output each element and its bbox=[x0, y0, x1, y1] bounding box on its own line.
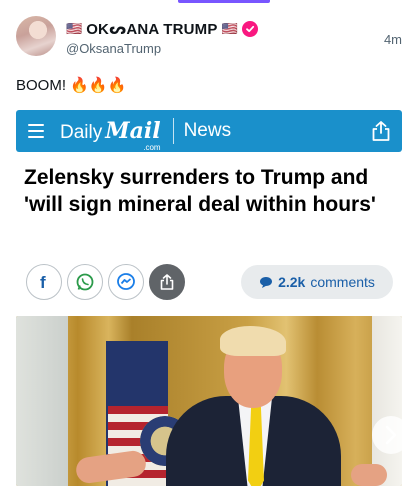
chevron-right-icon bbox=[385, 425, 397, 445]
brand-divider bbox=[172, 118, 174, 144]
article-photo[interactable] bbox=[16, 316, 402, 486]
share-icon[interactable] bbox=[370, 120, 392, 142]
next-image-button[interactable] bbox=[372, 416, 410, 454]
display-name[interactable]: OKᔕANA TRUMP bbox=[86, 20, 217, 38]
messenger-share-button[interactable] bbox=[108, 264, 144, 300]
brand-com: .com bbox=[143, 143, 161, 152]
messenger-icon bbox=[117, 273, 135, 290]
comments-count: 2.2k bbox=[278, 274, 306, 290]
flag-left: 🇺🇸 bbox=[66, 21, 83, 36]
comments-label: comments bbox=[310, 274, 375, 290]
whatsapp-icon bbox=[76, 273, 94, 291]
more-share-button[interactable] bbox=[149, 264, 185, 300]
avatar[interactable] bbox=[16, 16, 56, 56]
facebook-share-button[interactable]: f bbox=[26, 264, 62, 300]
verified-badge-icon bbox=[241, 21, 258, 37]
menu-icon[interactable] bbox=[28, 124, 44, 138]
share-icon bbox=[160, 274, 174, 290]
post-header: 🇺🇸 OKᔕANA TRUMP 🇺🇸 @OksanaTrump 4m bbox=[16, 16, 402, 64]
user-handle[interactable]: @OksanaTrump bbox=[66, 41, 161, 56]
post-timestamp: 4m bbox=[383, 32, 402, 47]
brand-daily: Daily bbox=[60, 122, 103, 143]
display-name-row[interactable]: 🇺🇸 OKᔕANA TRUMP 🇺🇸 bbox=[66, 20, 258, 38]
comment-bubble-icon bbox=[260, 276, 273, 288]
svg-text:f: f bbox=[40, 273, 46, 291]
facebook-icon: f bbox=[40, 273, 46, 291]
section-name[interactable]: News bbox=[184, 120, 232, 142]
share-buttons-row: f bbox=[26, 264, 185, 300]
flag-right: 🇺🇸 bbox=[221, 21, 238, 36]
article-headline[interactable]: Zelensky surrenders to Trump and 'will s… bbox=[24, 164, 396, 218]
active-tab-indicator bbox=[178, 0, 270, 3]
article-brand-bar[interactable]: Daily Mail .com News bbox=[16, 110, 402, 152]
brand-mail: Mail bbox=[105, 118, 161, 144]
comments-button[interactable]: 2.2k comments bbox=[241, 265, 393, 299]
post-text: BOOM! 🔥🔥🔥 bbox=[16, 77, 127, 94]
daily-mail-logo: Daily Mail .com bbox=[60, 118, 161, 152]
whatsapp-share-button[interactable] bbox=[67, 264, 103, 300]
